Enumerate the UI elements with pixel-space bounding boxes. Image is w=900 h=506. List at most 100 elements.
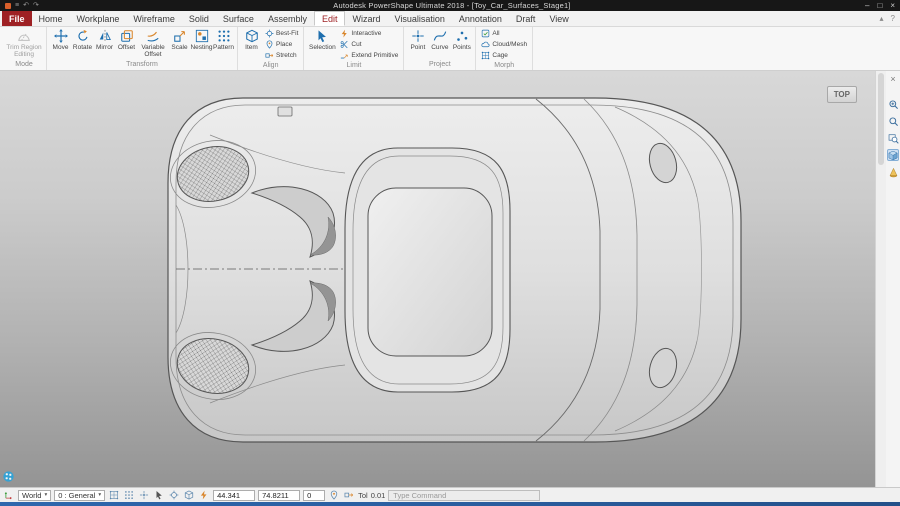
view-orientation-button[interactable]: TOP xyxy=(826,86,857,103)
tab-wizard[interactable]: Wizard xyxy=(345,11,387,26)
ribbon-group-project: Point Curve Points Project xyxy=(404,27,477,70)
levels-icon[interactable] xyxy=(123,489,135,501)
workplane-axes-icon[interactable] xyxy=(3,489,15,501)
tab-wireframe[interactable]: Wireframe xyxy=(126,11,182,26)
position-x-field[interactable] xyxy=(213,489,256,501)
position-lock-icon[interactable] xyxy=(328,489,340,501)
point-icon xyxy=(411,29,425,43)
snap-toggle-icon[interactable] xyxy=(138,489,150,501)
position-y-field[interactable] xyxy=(258,489,301,501)
group-label-limit: Limit xyxy=(346,62,362,69)
cut-icon xyxy=(340,40,349,49)
morph-cloud-mesh-button[interactable]: Cloud/Mesh xyxy=(479,39,529,50)
car-top-view-drawing[interactable] xyxy=(0,71,875,487)
video-watermark-logo xyxy=(3,471,14,482)
best-fit-button[interactable]: Best-Fit xyxy=(263,28,300,39)
cloud-mesh-icon xyxy=(481,40,490,49)
chevron-down-icon: ▾ xyxy=(44,492,48,498)
close-button[interactable]: × xyxy=(890,1,895,10)
project-curve-button[interactable]: Curve xyxy=(429,28,450,51)
ribbon-group-transform: Move Rotate Mirror Offset Variable Offse… xyxy=(47,27,238,70)
zoom-button[interactable] xyxy=(887,115,899,127)
viewport-vertical-scrollbar[interactable] xyxy=(875,71,886,487)
scale-button[interactable]: Scale xyxy=(169,28,190,51)
graphics-viewport[interactable]: TOP xyxy=(0,71,875,487)
tab-surface[interactable]: Surface xyxy=(216,11,261,26)
grid-toggle-icon[interactable] xyxy=(108,489,120,501)
variable-offset-button[interactable]: Variable Offset xyxy=(138,28,168,59)
coordinate-mode-icon[interactable] xyxy=(343,489,355,501)
maximize-button[interactable]: □ xyxy=(877,1,882,10)
tab-annotation[interactable]: Annotation xyxy=(452,11,509,26)
align-item-button[interactable]: Item xyxy=(241,28,262,51)
trim-region-editing-button[interactable]: Trim Region Editing xyxy=(5,28,43,59)
app-icon[interactable] xyxy=(5,2,11,9)
mirror-button[interactable]: Mirror xyxy=(94,28,115,51)
interactive-toggle-icon[interactable] xyxy=(198,489,210,501)
cut-button[interactable]: Cut xyxy=(338,39,400,50)
all-icon xyxy=(481,29,490,38)
group-label-transform: Transform xyxy=(126,61,158,68)
tab-home[interactable]: Home xyxy=(32,11,70,26)
scrollbar-thumb[interactable] xyxy=(878,73,884,165)
statusbar: World ▾ 0 : General ▾ Tol 0.01 xyxy=(0,487,900,502)
ribbon-group-align: Item Best-Fit Place Stretch Align xyxy=(238,27,305,70)
rotate-button[interactable]: Rotate xyxy=(72,28,93,51)
cockpit-glass[interactable] xyxy=(367,187,493,357)
tab-visualisation[interactable]: Visualisation xyxy=(388,11,452,26)
command-input[interactable] xyxy=(388,489,541,501)
level-select[interactable]: 0 : General ▾ xyxy=(54,489,106,501)
window-controls: – □ × xyxy=(865,1,895,10)
stretch-button[interactable]: Stretch xyxy=(263,50,300,61)
move-button[interactable]: Move xyxy=(50,28,71,51)
cursor-tool-icon[interactable] xyxy=(153,489,165,501)
ribbon-collapse-icon[interactable]: ▴ xyxy=(880,14,884,23)
best-fit-icon xyxy=(265,29,274,38)
curve-icon xyxy=(433,29,447,43)
tab-workplane[interactable]: Workplane xyxy=(70,11,127,26)
cockpit[interactable] xyxy=(344,147,511,393)
morph-cage-button[interactable]: Cage xyxy=(479,50,529,61)
dynamic-view-button[interactable] xyxy=(887,166,899,178)
place-button[interactable]: Place xyxy=(263,39,300,50)
view-options-icon[interactable] xyxy=(183,489,195,501)
minimize-button[interactable]: – xyxy=(865,1,869,10)
titlebar: ≡ ↶ ↷ Autodesk PowerShape Ultimate 2018 … xyxy=(0,0,900,11)
project-point-button[interactable]: Point xyxy=(407,28,428,51)
tab-assembly[interactable]: Assembly xyxy=(261,11,314,26)
interactive-limit-button[interactable]: Interactive xyxy=(338,28,400,39)
toolbar-close-button[interactable]: × xyxy=(887,73,899,85)
help-icon[interactable]: ? xyxy=(891,14,895,23)
tab-solid[interactable]: Solid xyxy=(182,11,216,26)
measure-icon[interactable] xyxy=(168,489,180,501)
nesting-button[interactable]: Nesting xyxy=(190,28,213,51)
limit-selection-button[interactable]: Selection xyxy=(307,28,337,51)
tab-file[interactable]: File xyxy=(2,11,32,26)
zoom-to-box-button[interactable] xyxy=(887,132,899,144)
zoom-in-button[interactable] xyxy=(887,98,899,110)
tab-edit[interactable]: Edit xyxy=(313,11,346,26)
group-label-mode: Mode xyxy=(15,61,33,68)
position-z-field[interactable] xyxy=(303,489,326,501)
tolerance-value[interactable]: 0.01 xyxy=(371,491,386,500)
tab-view[interactable]: View xyxy=(542,11,575,26)
zoom-to-box-icon xyxy=(888,133,899,144)
extend-primitive-button[interactable]: Extend Primitive xyxy=(338,50,400,61)
shaded-view-button[interactable] xyxy=(887,149,899,161)
undo-icon[interactable]: ↶ xyxy=(23,2,29,9)
morph-all-button[interactable]: All xyxy=(479,28,529,39)
project-points-button[interactable]: Points xyxy=(451,28,472,51)
chevron-down-icon: ▾ xyxy=(98,492,102,498)
window-title: Autodesk PowerShape Ultimate 2018 - [Toy… xyxy=(333,1,571,10)
pattern-icon xyxy=(217,29,231,43)
hood-latch-detail xyxy=(277,106,293,117)
offset-icon xyxy=(120,29,134,43)
pattern-button[interactable]: Pattern xyxy=(213,28,234,51)
move-icon xyxy=(54,29,68,43)
tab-draft[interactable]: Draft xyxy=(509,11,543,26)
scale-icon xyxy=(173,29,187,43)
workplane-select[interactable]: World ▾ xyxy=(18,489,52,501)
menu-icon[interactable]: ≡ xyxy=(15,2,19,9)
group-label-project: Project xyxy=(428,61,451,68)
offset-button[interactable]: Offset xyxy=(116,28,137,51)
